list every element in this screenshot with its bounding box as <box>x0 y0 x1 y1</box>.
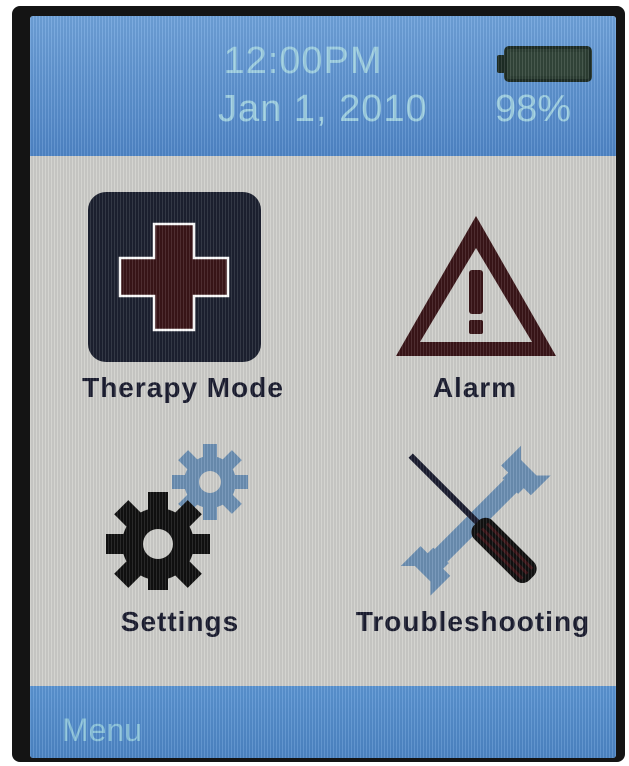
alarm-label: Alarm <box>432 372 518 403</box>
battery-percent: 98% <box>495 88 572 130</box>
therapy-mode-button[interactable]: Therapy Mode <box>48 186 318 426</box>
device-screen: 12:00PM Jan 1, 2010 98% Therapy Mode Ala <box>30 16 616 758</box>
menu-title: Menu <box>62 712 143 748</box>
warning-triangle-icon <box>392 212 560 360</box>
footer-bar: Menu <box>30 686 616 758</box>
therapy-mode-label: Therapy Mode <box>82 372 284 403</box>
settings-button[interactable]: Settings <box>70 436 290 666</box>
troubleshooting-button[interactable]: Troubleshooting <box>330 436 616 666</box>
battery-icon <box>504 46 592 82</box>
settings-label: Settings <box>120 606 240 637</box>
gears-icon <box>100 440 260 596</box>
battery-fill <box>510 52 584 76</box>
troubleshooting-label: Troubleshooting <box>355 606 591 637</box>
status-bar: 12:00PM Jan 1, 2010 98% <box>30 16 616 156</box>
alarm-button[interactable]: Alarm <box>360 186 590 426</box>
medical-cross-icon <box>88 192 261 362</box>
tools-icon <box>390 440 560 600</box>
clock-date: Jan 1, 2010 <box>218 88 428 130</box>
